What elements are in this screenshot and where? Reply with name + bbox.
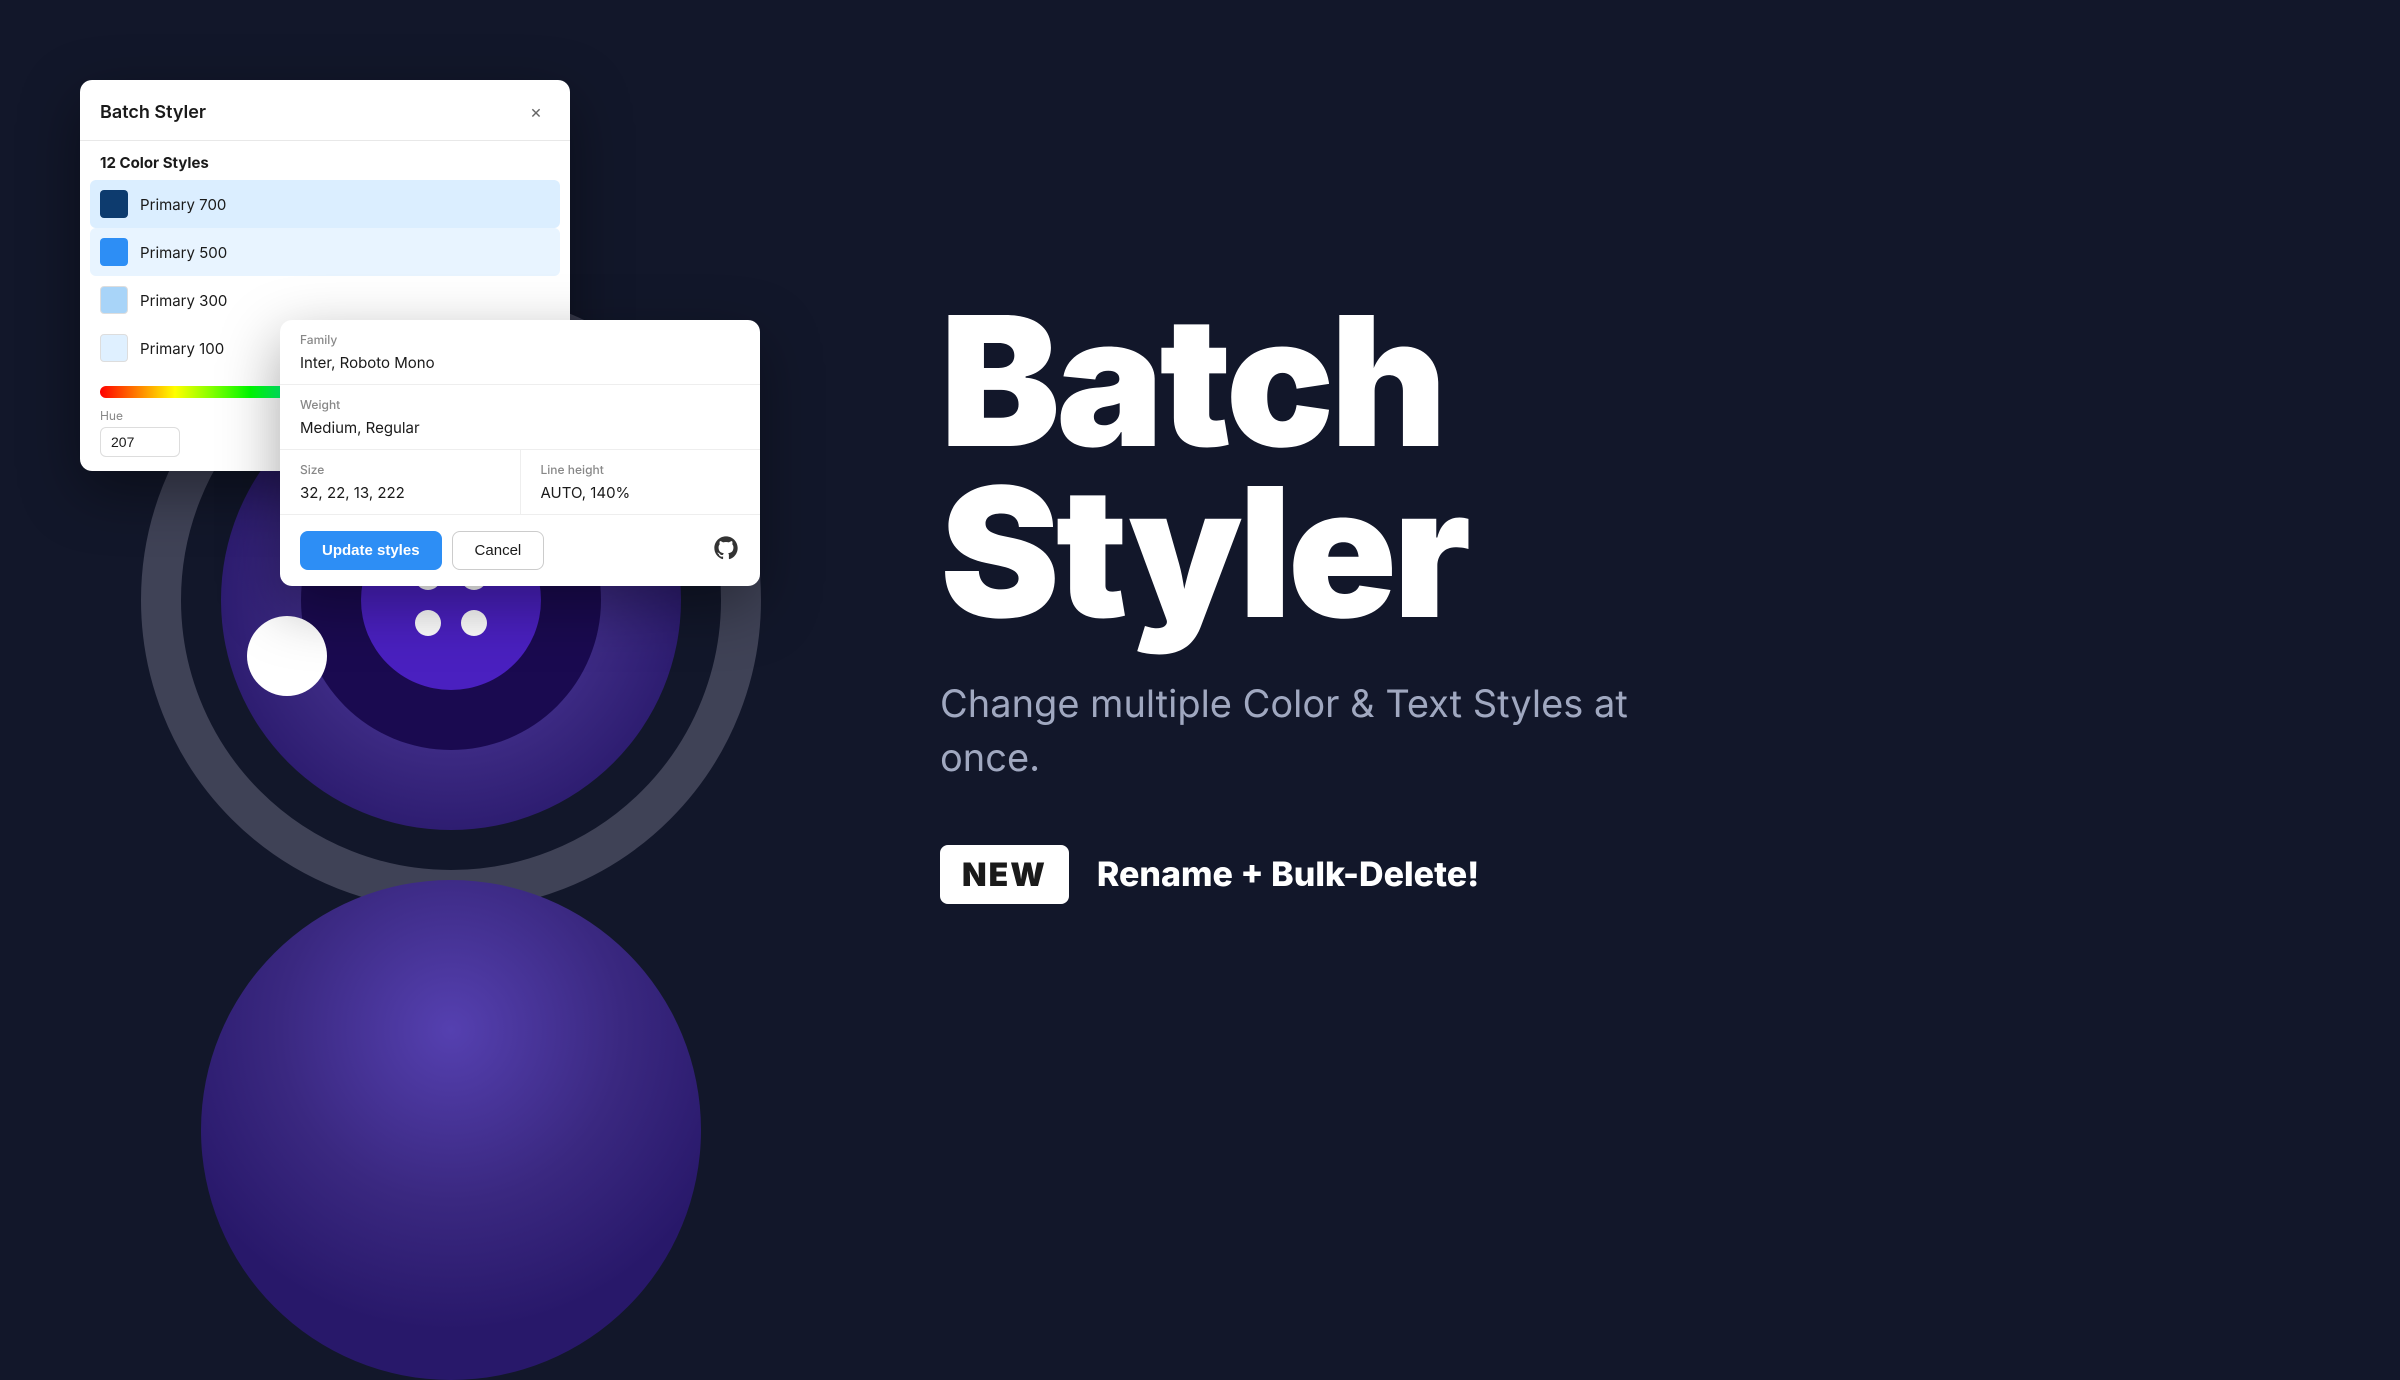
subtitle: Change multiple Color & Text Styles at o… bbox=[940, 678, 1640, 784]
color-item-primary500[interactable]: Primary 500 bbox=[90, 228, 560, 276]
styles-count: 12 Color Styles bbox=[80, 141, 570, 180]
color-name-primary100: Primary 100 bbox=[140, 339, 224, 358]
typography-panel: Family Inter, Roboto Mono Weight Medium,… bbox=[280, 320, 760, 586]
size-label: Size bbox=[300, 462, 500, 477]
title-line1: Batch bbox=[940, 296, 2280, 467]
deco-circle-small-light bbox=[247, 616, 327, 696]
weight-field: Weight Medium, Regular bbox=[280, 385, 760, 450]
color-name-primary700: Primary 700 bbox=[140, 195, 226, 214]
close-button[interactable]: × bbox=[522, 98, 550, 126]
update-styles-button[interactable]: Update styles bbox=[300, 531, 442, 570]
right-section: Batch Styler Change multiple Color & Tex… bbox=[820, 0, 2400, 1200]
github-icon[interactable] bbox=[712, 534, 740, 568]
color-item-primary700[interactable]: Primary 700 bbox=[90, 180, 560, 228]
action-buttons: Update styles Cancel bbox=[280, 515, 760, 586]
title-line2: Styler bbox=[940, 467, 2280, 638]
swatch-primary100 bbox=[100, 334, 128, 362]
weight-label: Weight bbox=[300, 397, 740, 412]
cancel-button[interactable]: Cancel bbox=[452, 531, 545, 570]
size-value[interactable]: 32, 22, 13, 222 bbox=[300, 483, 500, 502]
size-field: Size 32, 22, 13, 222 bbox=[280, 450, 521, 515]
family-value[interactable]: Inter, Roboto Mono bbox=[300, 353, 740, 372]
dot-3 bbox=[415, 610, 441, 636]
family-field: Family Inter, Roboto Mono bbox=[280, 320, 760, 385]
deco-circle-bottom bbox=[201, 880, 701, 1380]
color-name-primary500: Primary 500 bbox=[140, 243, 227, 262]
line-height-value[interactable]: AUTO, 140% bbox=[541, 483, 741, 502]
main-title: Batch Styler bbox=[940, 296, 2280, 638]
swatch-primary500 bbox=[100, 238, 128, 266]
weight-value[interactable]: Medium, Regular bbox=[300, 418, 740, 437]
ui-panel-wrapper: Batch Styler × 12 Color Styles Primary 7… bbox=[80, 80, 570, 471]
family-label: Family bbox=[300, 332, 740, 347]
color-item-primary300[interactable]: Primary 300 bbox=[90, 276, 560, 324]
new-feature-text: Rename + Bulk-Delete! bbox=[1097, 854, 1479, 895]
button-group: Update styles Cancel bbox=[300, 531, 544, 570]
swatch-primary700 bbox=[100, 190, 128, 218]
window-header: Batch Styler × bbox=[80, 80, 570, 141]
swatch-primary300 bbox=[100, 286, 128, 314]
hue-input[interactable] bbox=[100, 427, 180, 457]
left-section: Batch Styler × 12 Color Styles Primary 7… bbox=[0, 0, 820, 1200]
new-badge: NEW bbox=[940, 845, 1069, 904]
dot-4 bbox=[461, 610, 487, 636]
new-badge-row: NEW Rename + Bulk-Delete! bbox=[940, 845, 2280, 904]
color-name-primary300: Primary 300 bbox=[140, 291, 227, 310]
size-lineheight-row: Size 32, 22, 13, 222 Line height AUTO, 1… bbox=[280, 450, 760, 515]
line-height-field: Line height AUTO, 140% bbox=[521, 450, 761, 515]
line-height-label: Line height bbox=[541, 462, 741, 477]
window-title: Batch Styler bbox=[100, 102, 206, 123]
